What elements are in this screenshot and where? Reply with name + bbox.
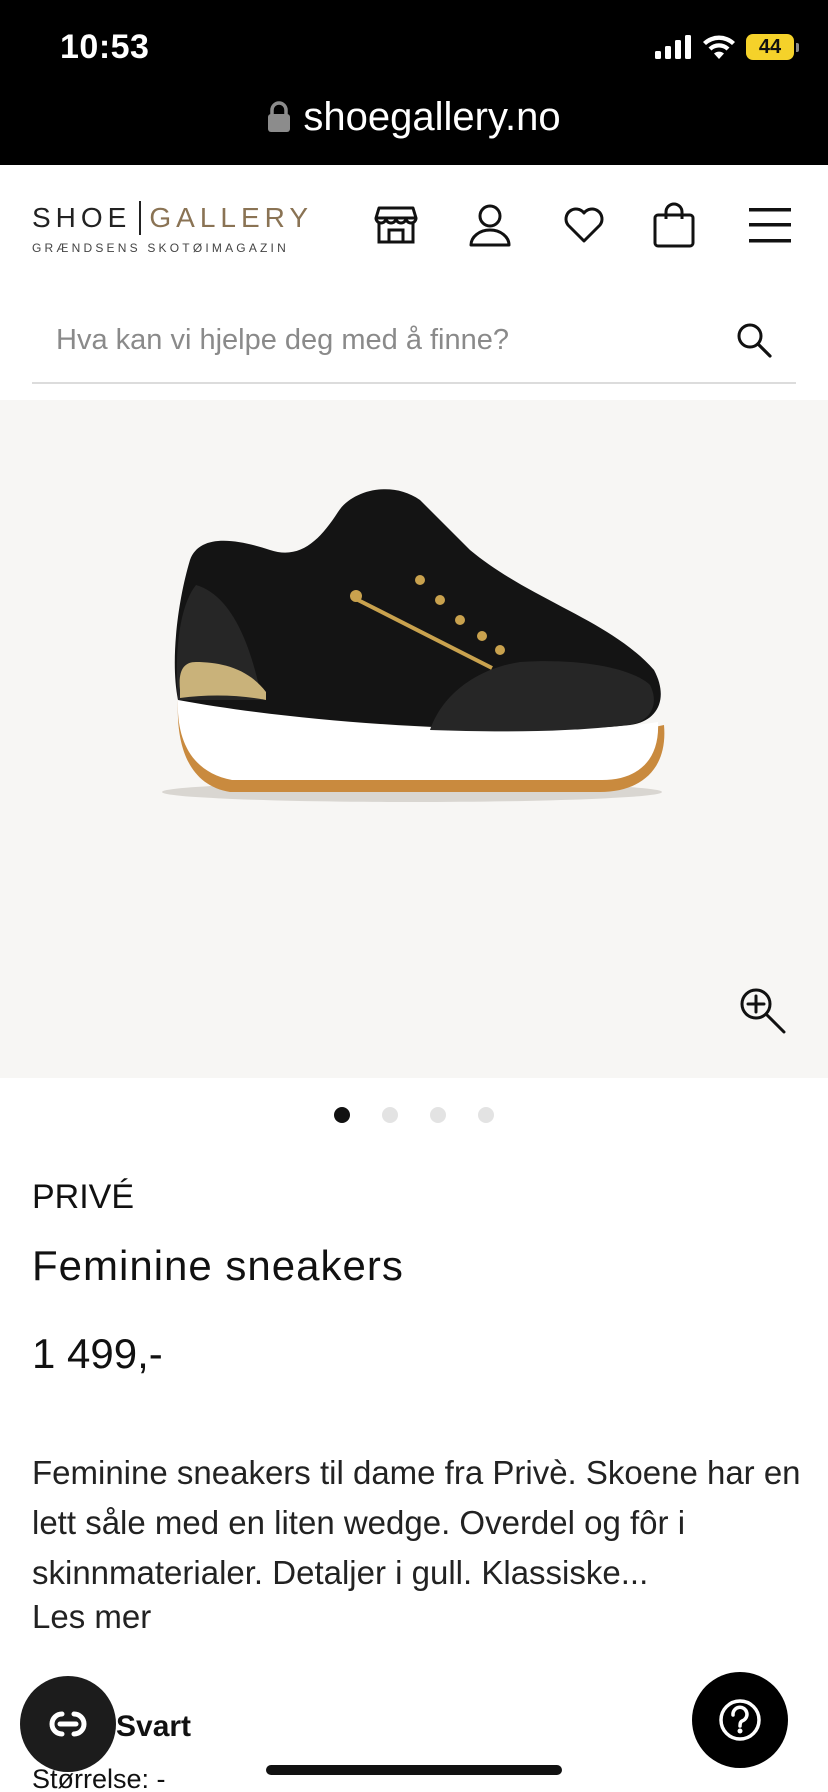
battery-indicator: 44 (746, 34, 799, 60)
search-bar (32, 300, 796, 384)
product-image-gallery[interactable] (0, 400, 828, 1078)
account-button[interactable] (466, 201, 514, 249)
chat-bubble-icon (49, 1711, 87, 1737)
product-description: Feminine sneakers til dame fra Privè. Sk… (32, 1454, 801, 1591)
gallery-pagination (0, 1107, 828, 1123)
lock-icon (268, 101, 291, 132)
cart-button[interactable] (650, 201, 698, 249)
user-icon (469, 204, 511, 247)
product-title: Feminine sneakers (32, 1242, 404, 1289)
store-button[interactable] (372, 201, 420, 249)
home-indicator[interactable] (266, 1765, 562, 1775)
wishlist-button[interactable] (560, 201, 608, 249)
search-input[interactable] (56, 318, 706, 362)
bag-icon (653, 202, 695, 248)
menu-icon (749, 208, 791, 243)
help-icon (719, 1699, 761, 1741)
zoom-button[interactable] (736, 984, 788, 1036)
menu-button[interactable] (746, 201, 794, 249)
product-price: 1 499,- (32, 1330, 163, 1377)
zoom-in-icon (740, 988, 786, 1034)
logo-gallery-text: GALLERY (149, 202, 314, 233)
address-bar[interactable]: shoegallery.no (0, 92, 828, 142)
gallery-dot-3[interactable] (430, 1107, 446, 1123)
logo-divider (139, 201, 142, 235)
gallery-dot-1[interactable] (334, 1107, 350, 1123)
url-text: shoegallery.no (303, 94, 561, 139)
site-header: SHOE GALLERY GRÆNDSENS SKOTØIMAGAZIN (0, 165, 828, 285)
chat-button[interactable] (20, 1676, 116, 1772)
read-more-link[interactable]: Les mer (32, 1598, 151, 1636)
status-bar: 10:53 44 shoegallery.no (0, 0, 828, 165)
logo-shoe-text: SHOE (32, 202, 132, 233)
product-brand[interactable]: PRIVÉ (32, 1178, 134, 1217)
status-icons: 44 (654, 34, 799, 60)
wifi-icon (703, 35, 735, 59)
store-icon (374, 206, 418, 244)
logo-tagline: GRÆNDSENS SKOTØIMAGAZIN (32, 241, 289, 255)
help-button[interactable] (692, 1672, 788, 1768)
heart-icon (564, 207, 604, 243)
status-time: 10:53 (60, 28, 150, 66)
gallery-dot-2[interactable] (382, 1107, 398, 1123)
cellular-signal-icon (655, 35, 691, 59)
color-label: Svart (116, 1710, 192, 1743)
gallery-dot-4[interactable] (478, 1107, 494, 1123)
search-button[interactable] (734, 320, 774, 360)
search-icon (737, 323, 772, 358)
battery-level: 44 (758, 35, 782, 58)
product-image (162, 489, 665, 802)
site-logo[interactable]: SHOE GALLERY GRÆNDSENS SKOTØIMAGAZIN (32, 201, 313, 255)
